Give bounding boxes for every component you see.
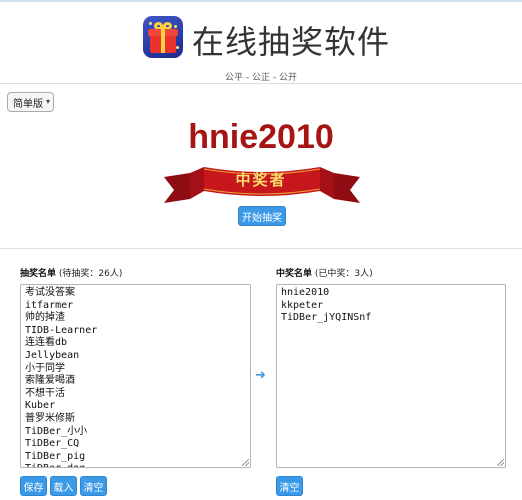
list-item: TiDBer_CQ — [25, 438, 80, 450]
list-item: itfarmer — [25, 299, 74, 311]
list-item: TIDB-Learner — [25, 324, 98, 336]
app-title: 在线抽奖软件 — [192, 23, 391, 61]
winners-textarea[interactable]: hnie2010 kkpeter TiDBer_jYQINSnf — [276, 284, 506, 468]
list-item: 帅的掉渣 — [25, 312, 65, 324]
clear-candidates-button[interactable]: 清空 — [80, 476, 107, 496]
page-header: 在线抽奖软件 公平 - 公正 - 公开 — [0, 2, 522, 84]
list-item: hnie2010 — [281, 287, 330, 298]
section-divider — [0, 248, 522, 249]
resize-handle[interactable] — [242, 459, 249, 466]
version-select-value: 简单版 — [13, 98, 43, 110]
list-item: 小于同学 — [25, 362, 65, 374]
list-item: 索隆爱喝酒 — [25, 375, 75, 387]
save-button[interactable]: 保存 — [20, 476, 47, 496]
winners-list-title: 中奖名单 (已中奖：3人) — [276, 266, 373, 279]
winners-status: (已中奖：3人) — [314, 269, 373, 279]
list-item: Kuber — [25, 400, 56, 412]
candidates-status: (待抽奖：26人) — [58, 269, 123, 279]
winners-title: 中奖名单 — [276, 269, 313, 279]
list-item: kkpeter — [281, 299, 324, 311]
candidates-title: 抽奖名单 — [20, 269, 57, 279]
gift-box-icon — [143, 16, 183, 58]
chevron-down-icon: ▾ — [45, 97, 50, 106]
resize-handle[interactable] — [497, 459, 504, 466]
slogan: 公平 - 公正 - 公开 — [225, 73, 297, 83]
current-winner: hnie2010 — [188, 118, 334, 156]
clear-winners-button[interactable]: 清空 — [276, 476, 303, 496]
list-item: TiDBer_jYQINSnf — [281, 312, 372, 324]
arrow-right-icon: ➜ — [255, 368, 266, 383]
list-item: 普罗米修斯 — [25, 412, 75, 424]
version-select[interactable]: 简单版 ▾ — [7, 92, 54, 112]
winner-banner-label: 中奖者 — [235, 171, 287, 189]
list-item: 考试没答案 — [25, 287, 75, 298]
list-item: 连连看db — [25, 337, 68, 349]
load-button[interactable]: 载入 — [50, 476, 77, 496]
list-item: TiDBer_小小 — [25, 425, 88, 437]
candidates-list-title: 抽奖名单 (待抽奖：26人) — [20, 266, 122, 279]
list-item: TiDBer_pig — [25, 450, 86, 462]
list-item: Jellybean — [25, 349, 80, 361]
start-draw-button[interactable]: 开始抽奖 — [238, 206, 286, 226]
list-item: TiDBer_dog — [25, 463, 246, 467]
candidates-textarea[interactable]: 考试没答案 itfarmer 帅的掉渣 TIDB-Learner 连连看db Jellyb… — [20, 284, 251, 468]
list-item: 不想干活 — [25, 387, 65, 399]
